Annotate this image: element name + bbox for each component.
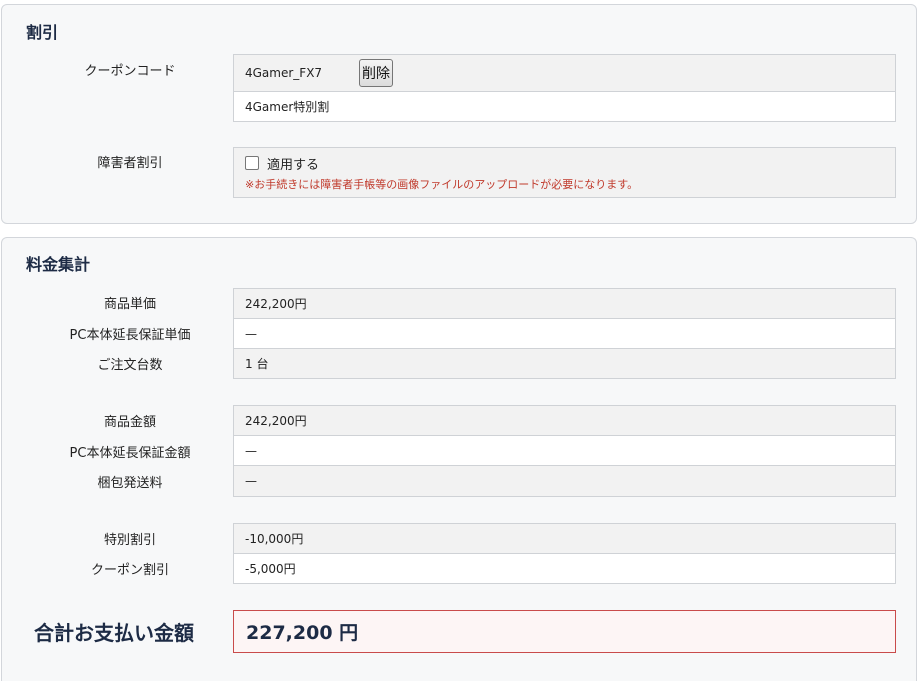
total-amount: 227,200 円 xyxy=(233,610,896,653)
summary-label: クーポン割引 xyxy=(90,563,169,578)
disability-discount-row: 適用する ※お手続きには障害者手帳等の画像ファイルのアップロードが必要になります… xyxy=(233,147,896,198)
summary-title: 料金集計 xyxy=(26,255,91,274)
delete-coupon-button[interactable]: 削除 xyxy=(359,59,393,87)
summary-label: 梱包発送料 xyxy=(97,476,163,491)
summary-value: 242,200円 xyxy=(233,405,896,436)
summary-value: — xyxy=(233,465,896,497)
summary-value-text: -5,000円 xyxy=(245,562,296,576)
summary-label: 商品単価 xyxy=(103,297,156,312)
summary-value-text: — xyxy=(245,326,257,341)
summary-value: — xyxy=(233,435,896,466)
summary-value: 242,200円 xyxy=(233,288,896,319)
summary-value: 1 台 xyxy=(233,348,896,379)
summary-value-text: — xyxy=(245,443,257,458)
apply-checkbox-wrapper[interactable]: 適用する xyxy=(245,154,319,173)
summary-label: 特別割引 xyxy=(103,533,156,548)
summary-label: PC本体延長保証金額 xyxy=(69,446,191,461)
disability-note: ※お手続きには障害者手帳等の画像ファイルのアップロードが必要になります。 xyxy=(245,177,639,191)
summary-label: 商品金額 xyxy=(103,415,156,430)
summary-value: -5,000円 xyxy=(233,553,896,584)
disability-discount-label: 障害者割引 xyxy=(97,156,163,171)
summary-value-text: 242,200円 xyxy=(245,297,307,311)
coupon-code-value: 4Gamer_FX7 xyxy=(245,66,323,80)
coupon-name-row: 4Gamer特別割 xyxy=(233,91,896,122)
coupon-name-value: 4Gamer特別割 xyxy=(245,100,330,114)
summary-value-text: 1 台 xyxy=(245,357,269,371)
apply-checkbox[interactable] xyxy=(245,156,259,170)
summary-value: — xyxy=(233,318,896,349)
summary-value-text: -10,000円 xyxy=(245,532,304,546)
coupon-label: クーポンコード xyxy=(84,64,176,79)
summary-value: -10,000円 xyxy=(233,523,896,554)
summary-value-text: 242,200円 xyxy=(245,414,307,428)
summary-label: PC本体延長保証単価 xyxy=(69,328,191,343)
coupon-code-row: 4Gamer_FX7 削除 xyxy=(233,54,896,92)
summary-value-text: — xyxy=(245,474,257,488)
apply-checkbox-label[interactable]: 適用する xyxy=(267,158,319,173)
discount-title: 割引 xyxy=(26,23,59,42)
total-amount-value: 227,200 円 xyxy=(246,622,359,644)
total-label: 合計お支払い金額 xyxy=(34,621,194,645)
summary-label: ご注文台数 xyxy=(97,358,163,373)
